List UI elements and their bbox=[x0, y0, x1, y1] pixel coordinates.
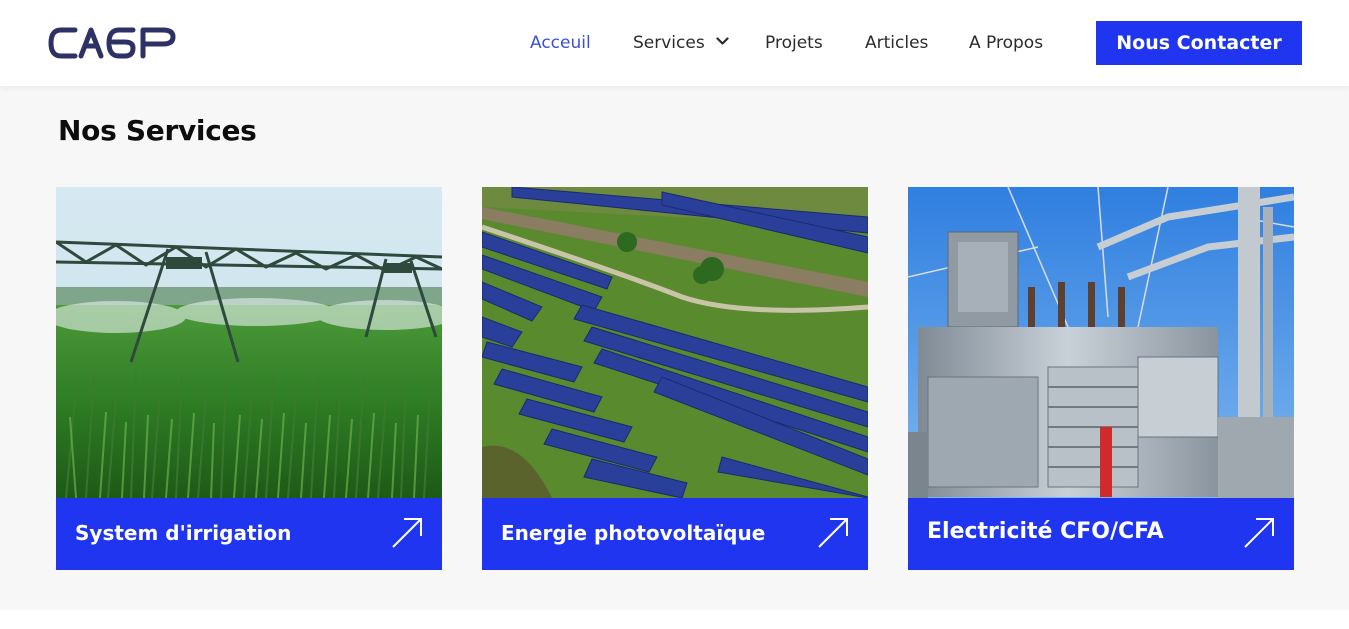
nav-item-acceuil[interactable]: Acceuil bbox=[530, 30, 591, 56]
arrow-up-right-icon bbox=[392, 518, 422, 548]
nav-item-services[interactable]: Services bbox=[633, 30, 729, 56]
nav-item-label: Articles bbox=[865, 33, 929, 53]
chevron-down-icon bbox=[716, 37, 729, 45]
nav-item-label: Services bbox=[633, 33, 705, 53]
card-footer: Electricité CFO/CFA bbox=[908, 498, 1294, 570]
electrical-substation-photo bbox=[908, 187, 1294, 498]
service-card-label: System d'irrigation bbox=[75, 521, 292, 545]
irrigation-field-photo bbox=[56, 187, 442, 498]
service-card-irrigation[interactable]: System d'irrigation bbox=[56, 187, 442, 570]
service-card-photovoltaique[interactable]: Energie photovoltaïque bbox=[482, 187, 868, 570]
nav-item-label: Projets bbox=[765, 33, 823, 53]
nav-item-label: A Propos bbox=[969, 33, 1044, 53]
card-footer: System d'irrigation bbox=[56, 498, 442, 570]
service-card-label: Energie photovoltaïque bbox=[501, 521, 766, 545]
nav-item-articles[interactable]: Articles bbox=[865, 30, 928, 56]
solar-farm-photo bbox=[482, 187, 868, 498]
service-card-electricite[interactable]: Electricité CFO/CFA bbox=[908, 187, 1294, 570]
service-card-label: Electricité CFO/CFA bbox=[927, 519, 1164, 544]
arrow-up-right-icon bbox=[818, 518, 848, 548]
services-section: Nos Services System d'irrigation Energie… bbox=[0, 86, 1349, 610]
contact-button[interactable]: Nous Contacter bbox=[1096, 21, 1302, 65]
nav-item-a-propos[interactable]: A Propos bbox=[969, 30, 1043, 56]
section-title: Nos Services bbox=[58, 114, 257, 147]
site-header: Acceuil Services Projets Articles A Prop… bbox=[0, 0, 1349, 86]
card-footer: Energie photovoltaïque bbox=[482, 498, 868, 570]
arrow-up-right-icon bbox=[1244, 518, 1274, 548]
nav-item-projets[interactable]: Projets bbox=[765, 30, 823, 56]
nav-item-label: Acceuil bbox=[530, 33, 591, 53]
